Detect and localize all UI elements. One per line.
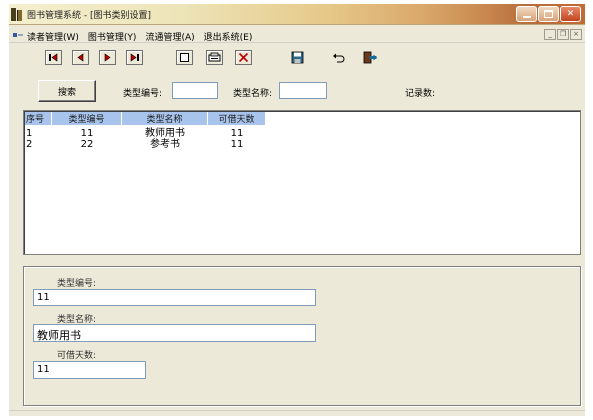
menu-circulation-management[interactable]: 流通管理(A) — [145, 30, 194, 43]
cell-seq: 2 — [26, 139, 33, 150]
new-record-button[interactable] — [176, 50, 193, 65]
window-maximize-button[interactable] — [538, 6, 559, 22]
app-window: 图书管理系统 - [图书类别设置] ✕ 读者管理(W) 图书管理(Y) 流通管理… — [9, 4, 585, 416]
window-minimize-button[interactable] — [516, 6, 537, 22]
last-icon — [130, 53, 139, 62]
cell-type-name: 参考书 — [150, 139, 180, 150]
window-title: 图书管理系统 - [图书类别设置] — [27, 11, 151, 21]
cell-type-name: 教师用书 — [145, 128, 185, 139]
detail-panel: 类型编号: 11 类型名称: 教师用书 可借天数: 11 — [23, 266, 581, 406]
edit-record-button[interactable] — [206, 50, 223, 65]
mdi-restore-button[interactable]: ❐ — [557, 29, 569, 40]
detail-days-input[interactable]: 11 — [33, 361, 146, 379]
prev-icon — [77, 53, 84, 62]
minimize-icon — [522, 16, 531, 18]
column-header-type-id[interactable]: 类型编号 — [52, 112, 122, 125]
close-icon: ✕ — [566, 9, 575, 19]
last-record-button[interactable] — [126, 50, 143, 65]
detail-days-label: 可借天数: — [57, 351, 97, 361]
detail-type-name-input[interactable]: 教师用书 — [33, 324, 316, 342]
delete-record-button[interactable] — [235, 50, 252, 65]
menu-exit-system[interactable]: 退出系统(E) — [204, 30, 253, 43]
menu-book-management[interactable]: 图书管理(Y) — [88, 30, 137, 43]
title-bar[interactable]: 图书管理系统 - [图书类别设置] ✕ — [9, 4, 585, 25]
cell-type-id: 22 — [80, 139, 94, 150]
search-type-id-input[interactable] — [172, 82, 218, 99]
delete-x-icon — [238, 52, 249, 63]
search-type-name-label: 类型名称: — [233, 89, 273, 99]
category-grid[interactable]: 序号 类型编号 类型名称 可借天数 1 11 教师用书 11 2 22 参考书 … — [23, 110, 581, 255]
status-bar — [9, 410, 585, 416]
exit-door-icon — [363, 51, 377, 64]
first-record-button[interactable] — [45, 50, 62, 65]
next-icon — [104, 53, 111, 62]
toolbar — [9, 45, 585, 70]
exit-button[interactable] — [362, 50, 379, 65]
column-header-type-name[interactable]: 类型名称 — [122, 112, 208, 125]
search-button[interactable]: 搜索 — [38, 80, 96, 102]
edit-icon — [208, 52, 221, 62]
prev-record-button[interactable] — [72, 50, 89, 65]
new-page-icon — [180, 53, 189, 62]
first-icon — [49, 53, 58, 62]
cell-days: 11 — [230, 139, 244, 150]
undo-button[interactable] — [330, 50, 347, 65]
menu-bar: 读者管理(W) 图书管理(Y) 流通管理(A) 退出系统(E) _ ❐ × — [9, 27, 585, 43]
save-disk-icon — [291, 51, 304, 64]
next-record-button[interactable] — [99, 50, 116, 65]
grid-header: 序号 类型编号 类型名称 可借天数 — [25, 112, 266, 125]
table-row[interactable]: 2 22 参考书 11 — [25, 139, 266, 150]
mdi-minimize-icon: _ — [548, 30, 552, 38]
window-close-button[interactable]: ✕ — [560, 6, 581, 22]
mdi-child-icon[interactable] — [13, 31, 23, 39]
menu-reader-management[interactable]: 读者管理(W) — [27, 30, 79, 43]
mdi-close-icon: × — [573, 30, 579, 38]
mdi-close-button[interactable]: × — [570, 29, 582, 40]
search-type-id-label: 类型编号: — [123, 89, 163, 99]
mdi-restore-icon: ❐ — [559, 30, 567, 38]
column-header-days[interactable]: 可借天数 — [208, 112, 266, 125]
record-count-label: 记录数: — [405, 89, 436, 99]
cell-days: 11 — [230, 128, 244, 139]
maximize-icon — [544, 10, 553, 18]
cell-seq: 1 — [26, 128, 33, 139]
table-row[interactable]: 1 11 教师用书 11 — [25, 128, 266, 139]
books-icon — [11, 8, 23, 21]
undo-icon — [333, 53, 345, 63]
search-type-name-input[interactable] — [279, 82, 327, 99]
detail-type-id-label: 类型编号: — [57, 279, 97, 289]
mdi-minimize-button[interactable]: _ — [544, 29, 556, 40]
detail-type-id-input[interactable]: 11 — [33, 289, 316, 306]
cell-type-id: 11 — [80, 128, 94, 139]
column-header-seq[interactable]: 序号 — [25, 112, 52, 125]
save-record-button[interactable] — [289, 50, 306, 65]
